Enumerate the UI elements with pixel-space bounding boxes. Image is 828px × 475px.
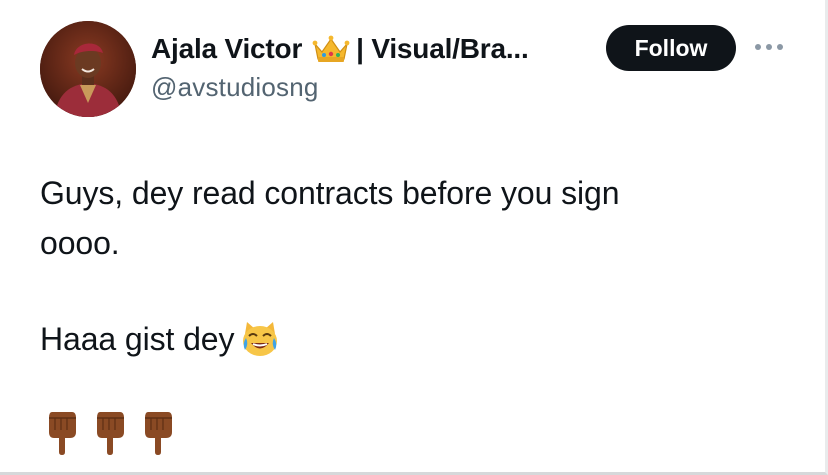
author-avatar[interactable] <box>40 21 136 117</box>
pointing-down-hand-icon <box>97 412 124 455</box>
more-options-button[interactable] <box>752 36 786 58</box>
tweet-line: Haaa gist dey <box>40 321 235 357</box>
tweet-paragraph-gap <box>40 268 800 314</box>
author-name-suffix[interactable]: | Visual/Bra... <box>356 33 529 65</box>
follow-button[interactable]: Follow <box>606 25 736 71</box>
avatar-photo <box>40 21 136 117</box>
tweet-line: oooo. <box>40 225 120 261</box>
crown-icon <box>312 34 350 64</box>
author-display-name[interactable]: Ajala Victor <box>151 33 302 65</box>
pointing-down-hand-icon <box>49 412 76 455</box>
author-name-row[interactable]: Ajala Victor | Visual/Bra... <box>151 30 529 68</box>
tweet-card: Ajala Victor | Visual/Bra... @avstudiosn… <box>0 0 828 475</box>
author-handle[interactable]: @avstudiosng <box>151 72 319 103</box>
tweet-body: Guys, dey read contracts before you sign… <box>40 168 800 364</box>
tweet-line-with-emoji: Haaa gist dey <box>40 314 800 364</box>
more-horizontal-icon <box>755 44 783 50</box>
crying-laughing-cat-icon <box>240 320 280 358</box>
tweet-line: Guys, dey read contracts before you sign <box>40 175 620 211</box>
pointing-down-hand-icon <box>145 412 172 455</box>
pointing-down-emojis <box>44 408 176 456</box>
